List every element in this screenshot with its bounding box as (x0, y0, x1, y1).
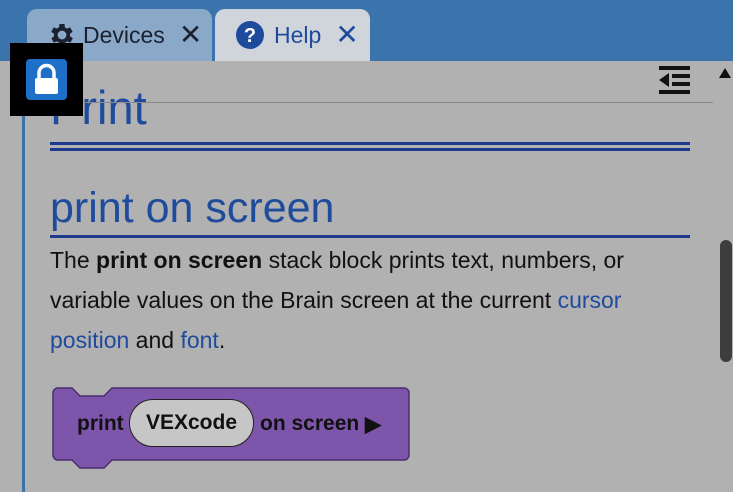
block-print-label: print (77, 412, 124, 435)
toolbar-divider (50, 102, 713, 103)
block-suffix-label: on screen (260, 412, 360, 435)
content-left-border (22, 61, 25, 492)
collapse-list-icon (659, 66, 690, 94)
font-link[interactable]: font (180, 327, 218, 353)
section-title: print on screen (50, 184, 335, 232)
section-rule (50, 235, 690, 238)
scroll-up-arrow[interactable] (718, 66, 732, 78)
para-text: . (218, 327, 226, 353)
description-paragraph: The print on screen stack block prints t… (50, 240, 700, 360)
scrollbar-thumb[interactable] (720, 240, 732, 362)
title-rule (50, 142, 690, 151)
close-icon[interactable]: ✕ (179, 21, 202, 49)
print-on-screen-block[interactable]: print VEXcode on screen ▶ (52, 387, 410, 471)
svg-text:?: ? (244, 25, 256, 47)
lock-icon (26, 59, 67, 100)
collapse-list-button[interactable] (657, 63, 693, 97)
block-arrow-icon: ▶ (365, 412, 382, 436)
help-icon: ? (235, 20, 265, 50)
para-bold-term: print on screen (96, 247, 263, 273)
para-text: The (50, 247, 97, 273)
close-icon[interactable]: ✕ (335, 21, 358, 49)
tab-devices-label: Devices (83, 21, 165, 48)
block-text-input[interactable]: VEXcode (129, 399, 254, 447)
tab-help-label: Help (274, 21, 322, 48)
tab-bar: Devices ✕ ? Help ✕ (0, 0, 733, 61)
tab-help[interactable]: ? Help ✕ (215, 9, 370, 61)
para-text: and (129, 327, 181, 353)
lock-button[interactable] (10, 43, 83, 116)
